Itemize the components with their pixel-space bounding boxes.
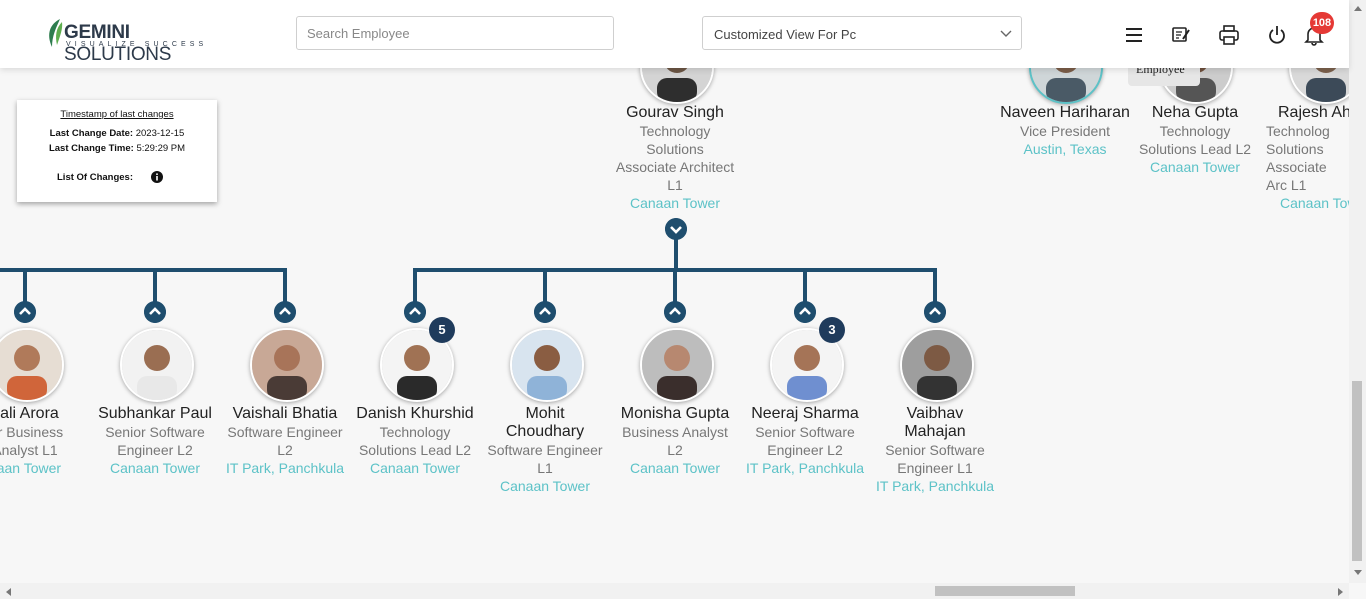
employee-title: Technology Solutions Associate Architect L1 (615, 123, 735, 193)
gemini-logo[interactable]: GEMINI SOLUTIONS VISUALIZE SUCCESS (46, 18, 216, 65)
employee-location: Canaan Tower (1149, 159, 1241, 175)
collapse-toggle-chevron-down-icon[interactable] (665, 218, 687, 240)
connector-line (0, 268, 287, 272)
employee-location: Austin, Texas (1023, 141, 1107, 157)
employee-card-vaibhav-mahajan[interactable]: Vaibhav Mahajan Senior Software Engineer L… (870, 405, 1000, 495)
employee-card-mohit-choudhary[interactable]: Mohit Choudhary Software Engineer L1 Canaa… (480, 405, 610, 495)
employee-title: Senior Software Engineer L2 (105, 424, 205, 458)
last-change-date-value: 2023-12-15 (135, 128, 185, 139)
employee-title: Technology Solutions Lead L2 (1138, 123, 1252, 157)
chevron-down-icon (1000, 30, 1012, 37)
employee-location: Canaan Tower (629, 195, 721, 211)
employee-title: Business Analyst L2 (622, 424, 728, 458)
employee-title: Technology Solutions Lead L2 (358, 424, 472, 458)
employee-card-monisha-gupta[interactable]: Monisha Gupta Business Analyst L2 Canaan … (610, 405, 740, 477)
employee-card-nali-arora[interactable]: nali Arora ior BusinessAnalyst L1 naan T… (0, 405, 90, 477)
info-icon[interactable] (151, 171, 163, 183)
employee-location: Canaan Tower (369, 460, 461, 476)
employee-name: Vaishali Bhatia (232, 405, 338, 422)
employee-name: Naveen Hariharan (1000, 104, 1130, 121)
expand-toggle-chevron-up-icon[interactable] (664, 301, 686, 323)
last-change-time-value: 5:29:29 PM (136, 143, 186, 154)
employee-name: Mohit Choudhary (505, 405, 585, 440)
employee-location: Canaan Tower (109, 460, 201, 476)
employee-location: Canaan Tow (1280, 195, 1349, 211)
employee-title: Software Engineer L1 (487, 442, 603, 476)
timestamp-card: Timestamp of last changes Last Change Da… (17, 100, 217, 202)
employee-card-gourav-singh[interactable]: Gourav Singh Technology Solutions Associat… (610, 104, 740, 212)
employee-title: ior BusinessAnalyst L1 (0, 424, 64, 458)
expand-toggle-chevron-up-icon[interactable] (794, 301, 816, 323)
reports-count-badge[interactable]: 3 (819, 317, 845, 343)
employee-location: Canaan Tower (629, 460, 721, 476)
scroll-down-arrow-icon[interactable] (1353, 569, 1363, 577)
avatar-vaishali-bhatia[interactable] (250, 328, 324, 402)
employee-name: Gourav Singh (626, 104, 724, 121)
avatar-subhankar-paul[interactable] (120, 328, 194, 402)
employee-name: Neha Gupta (1151, 104, 1239, 121)
search-input[interactable] (296, 16, 614, 50)
last-change-time-label: Last Change Time: (48, 143, 134, 154)
timestamp-title: Timestamp of last changes (60, 109, 174, 120)
employee-card-danish-khurshid[interactable]: Danish Khurshid Technology Solutions Lead… (350, 405, 480, 477)
logo-tagline: VISUALIZE SUCCESS (66, 41, 208, 48)
print-icon[interactable] (1218, 24, 1240, 46)
expand-toggle-chevron-up-icon[interactable] (14, 301, 36, 323)
employee-title: Software Engineer L2 (227, 424, 343, 458)
power-icon[interactable] (1266, 24, 1288, 46)
avatar-nali-arora[interactable] (0, 328, 64, 402)
view-select-value: Customized View For Pc (714, 27, 857, 42)
expand-toggle-chevron-up-icon[interactable] (404, 301, 426, 323)
avatar-monisha-gupta[interactable] (640, 328, 714, 402)
employee-title: Senior Software Engineer L1 (885, 442, 985, 476)
employee-card-subhankar-paul[interactable]: Subhankar Paul Senior Software Engineer L… (90, 405, 220, 477)
employee-title: Technolog Solutions Associate Arc L1 (1266, 123, 1330, 193)
expand-toggle-chevron-up-icon[interactable] (924, 301, 946, 323)
employee-card-neha-gupta[interactable]: Neha Gupta Technology Solutions Lead L2 … (1130, 104, 1260, 176)
vertical-scrollbar-thumb[interactable] (1352, 381, 1362, 561)
scroll-up-arrow-icon[interactable] (1353, 4, 1363, 12)
employee-name: Monisha Gupta (620, 405, 730, 422)
employee-location: naan Tower (0, 460, 62, 476)
top-bar: GEMINI SOLUTIONS VISUALIZE SUCCESS Custo… (0, 0, 1349, 68)
employee-card-naveen-hariharan[interactable]: Naveen Hariharan Vice President Austin, … (1000, 104, 1130, 158)
scroll-left-arrow-icon[interactable] (4, 587, 12, 597)
employee-location: IT Park, Panchkula (225, 460, 345, 476)
employee-card-vaishali-bhatia[interactable]: Vaishali Bhatia Software Engineer L2 IT P… (220, 405, 350, 477)
employee-name: Rajesh Ah (1278, 104, 1349, 121)
employee-name: nali Arora (0, 405, 59, 422)
expand-toggle-chevron-up-icon[interactable] (144, 301, 166, 323)
logo-brand: GEMINI (64, 22, 130, 43)
expand-toggle-chevron-up-icon[interactable] (274, 301, 296, 323)
horizontal-scrollbar-thumb[interactable] (935, 586, 1075, 596)
employee-card-rajesh[interactable]: Rajesh Ah Technolog Solutions Associate … (1260, 104, 1349, 212)
expand-toggle-chevron-up-icon[interactable] (534, 301, 556, 323)
employee-title: Vice President (1019, 123, 1110, 139)
employee-name: Vaibhav Mahajan (904, 405, 966, 440)
reports-count-badge[interactable]: 5 (429, 317, 455, 343)
employee-name: Neeraj Sharma (751, 405, 859, 422)
scroll-right-arrow-icon[interactable] (1337, 587, 1345, 597)
avatar-mohit-choudhary[interactable] (510, 328, 584, 402)
employee-card-neeraj-sharma[interactable]: Neeraj Sharma Senior Software Engineer L2… (740, 405, 870, 477)
employee-name: Danish Khurshid (356, 405, 474, 422)
employee-location: Canaan Tower (499, 478, 591, 494)
employee-location: IT Park, Panchkula (745, 460, 865, 476)
employee-location: IT Park, Panchkula (875, 478, 995, 494)
leaf-icon (49, 19, 63, 47)
list-of-changes-label: List Of Changes: (57, 172, 134, 183)
last-change-date-label: Last Change Date: (49, 128, 134, 139)
employee-name: Subhankar Paul (98, 405, 212, 422)
notification-badge: 108 (1310, 12, 1334, 34)
edit-note-icon[interactable] (1170, 24, 1192, 46)
menu-icon[interactable] (1123, 24, 1145, 46)
horizontal-scrollbar[interactable] (0, 583, 1349, 599)
employee-title: Senior Software Engineer L2 (755, 424, 855, 458)
avatar-vaibhav-mahajan[interactable] (900, 328, 974, 402)
view-select[interactable]: Customized View For Pc (702, 16, 1022, 50)
